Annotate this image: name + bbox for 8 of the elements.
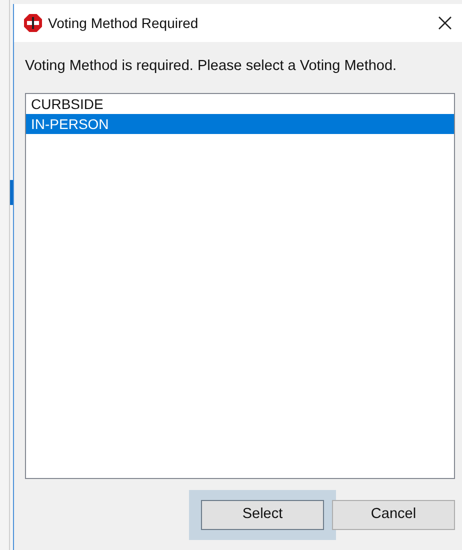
- select-button[interactable]: Select: [201, 500, 324, 530]
- message-text: Voting Method is required. Please select a Voting Method.: [24, 57, 398, 76]
- close-icon: [438, 16, 452, 30]
- window-title: Voting Method Required: [48, 14, 198, 33]
- stop-sign-icon: [24, 14, 42, 32]
- list-item[interactable]: IN-PERSON: [26, 114, 454, 134]
- cancel-button[interactable]: Cancel: [332, 500, 455, 530]
- list-item[interactable]: CURBSIDE: [26, 94, 454, 114]
